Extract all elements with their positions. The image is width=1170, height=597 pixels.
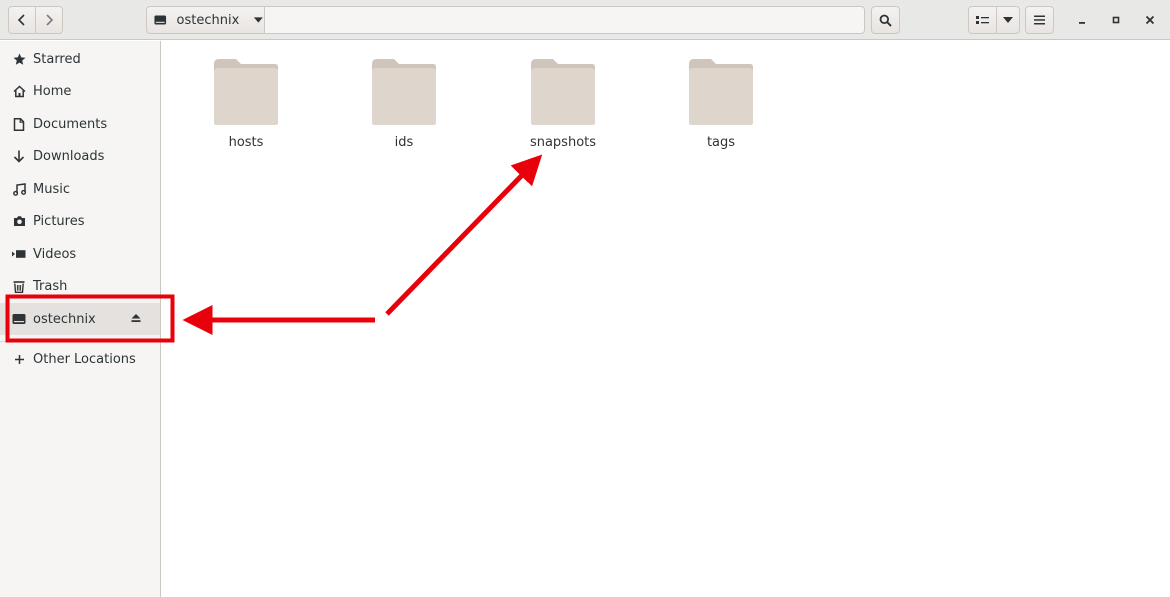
list-view-icon: [976, 15, 989, 24]
view-toggle-button[interactable]: [968, 6, 997, 34]
file-name: ids: [394, 135, 414, 150]
file-name: hosts: [228, 135, 264, 150]
sidebar-item-videos[interactable]: Videos: [0, 238, 160, 270]
path-bar-button[interactable]: ostechnix: [146, 6, 265, 34]
chevron-right-icon: [46, 14, 54, 26]
file-name: snapshots: [529, 135, 597, 150]
sidebar-item-label: Videos: [33, 246, 77, 262]
folder-icon: [531, 59, 595, 125]
path-label: ostechnix: [176, 12, 240, 28]
drive-icon: [12, 312, 26, 326]
hamburger-icon: [1034, 15, 1045, 25]
arrow-to-snapshots: [385, 154, 543, 316]
camera-icon: [12, 214, 26, 228]
sidebar-item-trash[interactable]: Trash: [0, 270, 160, 302]
chevron-left-icon: [17, 14, 25, 26]
maximize-button[interactable]: [1104, 8, 1128, 32]
minimize-icon: [1079, 22, 1085, 24]
back-button[interactable]: [8, 6, 36, 34]
folder-item[interactable]: hosts: [191, 56, 301, 156]
trash-icon: [12, 279, 26, 293]
folder-item[interactable]: ids: [349, 56, 459, 156]
forward-button[interactable]: [35, 6, 63, 34]
sidebar-separator: [0, 341, 160, 342]
chevron-down-icon: [1003, 17, 1013, 23]
sidebar-item-label: Trash: [33, 278, 68, 294]
sidebar-item-label: Starred: [33, 51, 81, 67]
document-icon: [12, 117, 26, 131]
folder-icon: [214, 59, 278, 125]
sidebar-item-documents[interactable]: Documents: [0, 108, 160, 140]
video-icon: [12, 247, 26, 261]
minimize-button[interactable]: [1070, 8, 1094, 32]
menu-button[interactable]: [1025, 6, 1054, 34]
folder-icon: [372, 59, 436, 125]
maximize-icon: [1112, 16, 1120, 24]
sidebar-item-downloads[interactable]: Downloads: [0, 140, 160, 172]
search-button[interactable]: [871, 6, 900, 34]
close-icon: [1145, 15, 1155, 25]
music-icon: [12, 182, 26, 196]
view-options-button[interactable]: [996, 6, 1020, 34]
eject-icon[interactable]: [130, 312, 144, 326]
search-icon: [879, 14, 892, 27]
sidebar-item-ostechnix[interactable]: ostechnix: [0, 303, 160, 335]
file-name: tags: [706, 135, 736, 150]
sidebar-item-label: Documents: [33, 116, 108, 132]
sidebar-item-pictures[interactable]: Pictures: [0, 205, 160, 237]
folder-item[interactable]: snapshots: [508, 56, 618, 156]
home-icon: [12, 84, 26, 98]
download-icon: [12, 149, 26, 163]
sidebar-item-label: ostechnix: [33, 311, 96, 327]
plus-icon: [12, 352, 26, 366]
folder-icon: [689, 59, 753, 125]
sidebar-item-other-locations[interactable]: Other Locations: [0, 343, 160, 375]
sidebar-item-label: Home: [33, 83, 72, 99]
sidebar-item-label: Downloads: [33, 148, 105, 164]
sidebar: Starred Home Documents Downloads Music P…: [0, 41, 161, 597]
drive-icon: [154, 15, 167, 25]
sidebar-item-label: Pictures: [33, 213, 85, 229]
chevron-down-icon: [254, 17, 264, 23]
folder-item[interactable]: tags: [666, 56, 776, 156]
sidebar-item-home[interactable]: Home: [0, 75, 160, 107]
sidebar-item-label: Music: [33, 181, 70, 197]
star-icon: [12, 52, 26, 66]
header-bar: ostechnix: [0, 0, 1170, 40]
sidebar-item-label: Other Locations: [33, 351, 136, 367]
close-button[interactable]: [1138, 8, 1162, 32]
sidebar-item-music[interactable]: Music: [0, 173, 160, 205]
sidebar-item-starred[interactable]: Starred: [0, 43, 160, 75]
location-bar[interactable]: [265, 6, 865, 34]
